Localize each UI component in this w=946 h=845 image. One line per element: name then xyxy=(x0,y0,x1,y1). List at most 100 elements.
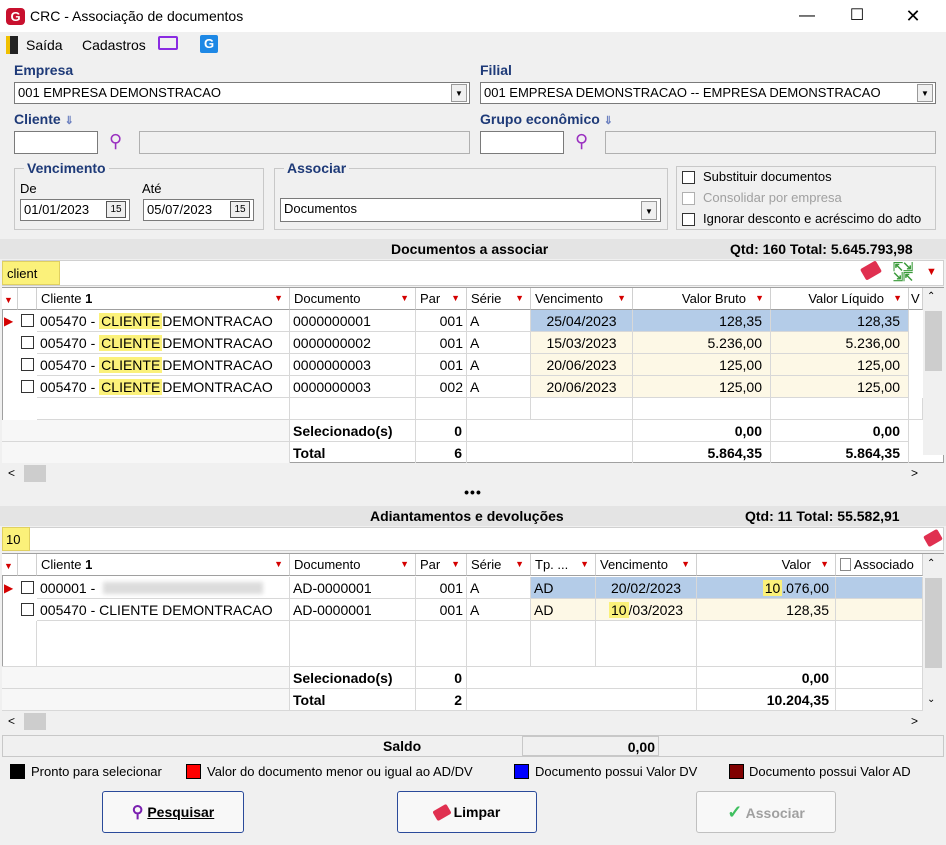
empresa-select[interactable]: 001 EMPRESA DEMONSTRACAO xyxy=(14,82,470,104)
associar-select[interactable]: Documentos xyxy=(280,198,661,222)
col-vencimento[interactable]: Vencimento ▼ xyxy=(596,554,697,576)
cliente-name-field xyxy=(139,131,470,154)
checkbox-header xyxy=(18,288,37,310)
col-tp[interactable]: Tp. ... ▼ xyxy=(531,554,596,576)
col-cliente[interactable]: Cliente 1 ▼ xyxy=(37,288,290,310)
col-serie[interactable]: Série ▼ xyxy=(467,288,531,310)
summary-spacer xyxy=(2,689,290,711)
row-checkbox[interactable] xyxy=(21,603,34,616)
cliente-code: 005470 - xyxy=(40,313,96,329)
splitter-handle[interactable]: ••• xyxy=(0,484,946,500)
col-associado[interactable]: Associado xyxy=(836,554,923,576)
row-checkbox[interactable] xyxy=(21,336,34,349)
scroll-left-icon[interactable]: < xyxy=(8,466,15,480)
vencimento-label: Vencimento xyxy=(24,160,109,176)
scroll-right-icon[interactable]: > xyxy=(911,466,918,480)
cliente-label: Cliente ⇓ xyxy=(14,111,74,127)
row-checkbox[interactable] xyxy=(21,358,34,371)
cell-par: 001 xyxy=(416,577,467,599)
menu-saida[interactable]: Saída xyxy=(26,37,63,53)
docs-hscrollbar[interactable]: < > xyxy=(2,463,944,485)
empty-cell xyxy=(531,621,596,667)
scroll-left-icon[interactable]: < xyxy=(8,714,15,728)
calendar-icon[interactable]: 15 xyxy=(106,201,126,218)
g-app-icon[interactable]: G xyxy=(200,35,218,53)
col-documento[interactable]: Documento ▼ xyxy=(290,288,416,310)
summary-spacer xyxy=(2,667,290,689)
col-cliente[interactable]: Cliente 1 ▼ xyxy=(37,554,290,576)
scroll-up-icon[interactable]: ⌃ xyxy=(927,558,935,569)
adto-search-input[interactable]: 10 xyxy=(2,527,30,551)
cliente-code-input[interactable] xyxy=(14,131,98,154)
scroll-down-icon[interactable]: ⌄ xyxy=(927,694,935,705)
col-valor-bruto[interactable]: Valor Bruto ▼ xyxy=(633,288,771,310)
exit-door-icon[interactable] xyxy=(6,36,18,54)
pesquisar-button[interactable]: ⚲ Pesquisar xyxy=(102,791,244,833)
col-vencimento[interactable]: Vencimento ▼ xyxy=(531,288,633,310)
row-checkbox[interactable] xyxy=(21,581,34,594)
col-par[interactable]: Par ▼ xyxy=(416,554,467,576)
chevron-down-icon[interactable]: ▼ xyxy=(917,84,933,102)
cliente-code: 005470 - xyxy=(40,379,96,395)
cell-documento: 0000000002 xyxy=(290,332,416,354)
filial-select[interactable]: 001 EMPRESA DEMONSTRACAO -- EMPRESA DEMO… xyxy=(480,82,936,104)
col-valor[interactable]: Valor ▼ xyxy=(697,554,836,576)
cell-serie: A xyxy=(467,332,531,354)
col-par[interactable]: Par ▼ xyxy=(416,288,467,310)
search-icon[interactable]: ⚲ xyxy=(109,131,122,152)
docs-section-title: Documentos a associar xyxy=(391,241,549,257)
substituir-checkbox[interactable] xyxy=(682,171,695,184)
adto-hscroll-thumb[interactable] xyxy=(24,713,46,730)
col-valor-liquido[interactable]: Valor Líquido ▼ xyxy=(771,288,909,310)
ignorar-checkbox[interactable] xyxy=(682,213,695,226)
close-button[interactable]: ✕ xyxy=(890,0,936,32)
menu-cadastros[interactable]: Cadastros xyxy=(82,37,146,53)
filter-dropdown-icon[interactable]: ▼ xyxy=(926,266,937,278)
summary-valor: 10.204,35 xyxy=(697,689,836,711)
grupo-code-input[interactable] xyxy=(480,131,564,154)
summary-empty xyxy=(467,689,697,711)
maximize-button[interactable]: ☐ xyxy=(834,0,880,32)
docs-search-input[interactable]: client xyxy=(2,261,60,285)
col-serie[interactable]: Série ▼ xyxy=(467,554,531,576)
row-checkbox[interactable] xyxy=(21,380,34,393)
summary-spacer xyxy=(2,420,290,442)
col-documento[interactable]: Documento ▼ xyxy=(290,554,416,576)
docs-vscroll-thumb[interactable] xyxy=(925,311,942,371)
scroll-right-icon[interactable]: > xyxy=(911,714,918,728)
cell-valor-bruto: 125,00 xyxy=(633,376,771,398)
cell-vencimento: 15/03/2023 xyxy=(531,332,633,354)
monitor-icon[interactable] xyxy=(158,36,178,50)
substituir-label: Substituir documentos xyxy=(703,169,832,184)
row-checkbox[interactable] xyxy=(21,314,34,327)
empty-cell xyxy=(596,621,697,667)
search-icon: ⚲ xyxy=(131,804,144,821)
empty-cell xyxy=(416,398,467,420)
associar-label: Associar xyxy=(284,160,350,176)
legend-swatch xyxy=(514,764,529,779)
legend-swatch xyxy=(729,764,744,779)
cell-cliente: 005470 - CLIENTE DEMONTRACAO xyxy=(37,332,290,354)
cliente-name-highlight: CLIENTE xyxy=(99,379,163,395)
cell-vencimento: 20/06/2023 xyxy=(531,354,633,376)
col-v: V xyxy=(909,288,923,310)
calendar-icon[interactable]: 15 xyxy=(230,201,250,218)
cliente-name-highlight: CLIENTE xyxy=(99,335,163,351)
adto-hscrollbar[interactable]: < > xyxy=(2,711,944,733)
search-icon[interactable]: ⚲ xyxy=(575,131,588,152)
chevron-down-icon[interactable]: ▼ xyxy=(451,84,467,102)
chevron-down-icon[interactable]: ▼ xyxy=(641,201,657,220)
limpar-button[interactable]: Limpar xyxy=(397,791,537,833)
menu-bar: Saída Cadastros G xyxy=(0,32,946,58)
minimize-button[interactable]: — xyxy=(784,0,830,32)
cell-associado xyxy=(836,599,923,621)
cliente-name-highlight: CLIENTE xyxy=(99,357,163,373)
ignorar-label: Ignorar desconto e acréscimo do adto xyxy=(703,211,922,226)
expand-icon[interactable]: ⇱⇲ ⇲⇱ xyxy=(893,261,913,283)
cell-associado xyxy=(836,577,923,599)
empty-cell xyxy=(771,398,909,420)
scroll-up-icon[interactable]: ⌃ xyxy=(927,291,935,302)
cell-documento: 0000000003 xyxy=(290,354,416,376)
docs-hscroll-thumb[interactable] xyxy=(24,465,46,482)
adto-vscroll-thumb[interactable] xyxy=(925,578,942,668)
